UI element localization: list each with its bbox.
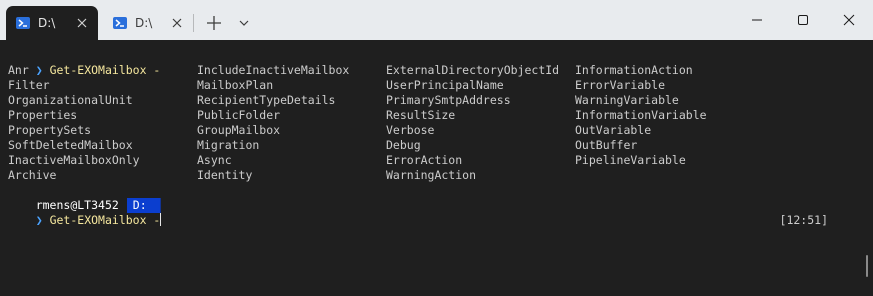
tab-inactive[interactable]: D:\ <box>103 6 193 40</box>
completion-item: Properties <box>8 108 78 122</box>
completion-item: ExternalDirectoryObjectId <box>386 63 560 77</box>
tab-label: D:\ <box>135 16 153 30</box>
completion-item: Migration <box>197 138 260 152</box>
completion-item: Archive <box>8 168 57 182</box>
completion-row: Archive Identity WarningAction <box>8 168 868 183</box>
completion-item: GroupMailbox <box>197 123 281 137</box>
prompt-line-2[interactable]: ❯ Get-EXOMailbox - <box>8 198 162 227</box>
completion-item: Debug <box>386 138 421 152</box>
tab-active[interactable]: D:\ <box>6 6 98 40</box>
completion-item: UserPrincipalName <box>386 78 504 92</box>
completion-item: ResultSize <box>386 108 456 122</box>
completion-item: PipelineVariable <box>575 153 686 167</box>
completion-item: MailboxPlan <box>197 78 274 92</box>
minimize-button[interactable] <box>734 0 780 40</box>
powershell-icon <box>113 17 127 29</box>
completion-item: WarningAction <box>386 168 477 182</box>
close-icon[interactable] <box>169 15 185 31</box>
title-bar: D:\ D:\ <box>0 0 873 40</box>
completion-item: ErrorVariable <box>575 78 666 92</box>
maximize-button[interactable] <box>780 0 826 40</box>
tab-separator <box>193 14 194 32</box>
close-icon[interactable] <box>74 15 90 31</box>
completion-row: SoftDeletedMailbox Migration Debug OutBu… <box>8 138 868 153</box>
completion-item: WarningVariable <box>575 93 679 107</box>
completion-item: InformationAction <box>575 63 693 77</box>
maximize-icon <box>798 15 808 25</box>
command-input[interactable]: Get-EXOMailbox - <box>50 213 161 227</box>
completion-row: PropertySets GroupMailbox Verbose OutVar… <box>8 123 868 138</box>
window-close-button[interactable] <box>826 0 872 40</box>
powershell-icon <box>16 17 30 29</box>
completion-row: Anr IncludeInactiveMailbox ExternalDirec… <box>8 63 868 78</box>
completion-item: OrganizationalUnit <box>8 93 133 107</box>
completion-item: Verbose <box>386 123 435 137</box>
status-line: rmens@LT3452 D: [12:51] <box>8 183 868 227</box>
completion-item: IncludeInactiveMailbox <box>197 63 350 77</box>
tab-label: D:\ <box>38 16 56 30</box>
prompt-chevron: ❯ <box>35 213 43 227</box>
prompt-line-1: ❯ Get-EXOMailbox - <box>8 48 161 77</box>
completion-item: Anr <box>8 63 29 77</box>
completion-item: Identity <box>197 168 253 182</box>
clock: [12:51] <box>779 213 828 227</box>
completion-item: PublicFolder <box>197 108 281 122</box>
completion-row: InactiveMailboxOnly Async ErrorAction Pi… <box>8 153 868 168</box>
completion-item: ErrorAction <box>386 153 463 167</box>
text-cursor <box>160 213 162 226</box>
completion-item: Async <box>197 153 232 167</box>
window-close-icon <box>843 14 855 26</box>
completion-item: InactiveMailboxOnly <box>8 153 140 167</box>
chevron-down-icon[interactable] <box>236 14 252 32</box>
plus-icon[interactable] <box>203 12 225 34</box>
completion-row: OrganizationalUnit RecipientTypeDetails … <box>8 93 868 108</box>
scrollbar-thumb[interactable] <box>866 255 868 277</box>
completion-item: PropertySets <box>8 123 92 137</box>
completion-item: PrimarySmtpAddress <box>386 93 511 107</box>
completion-item: OutVariable <box>575 123 652 137</box>
completion-item: OutBuffer <box>575 138 638 152</box>
minimize-icon <box>752 19 762 21</box>
completion-item: InformationVariable <box>575 108 707 122</box>
completion-item: RecipientTypeDetails <box>197 93 336 107</box>
completion-row: Filter MailboxPlan UserPrincipalName Err… <box>8 78 868 93</box>
completion-row: Properties PublicFolder ResultSize Infor… <box>8 108 868 123</box>
terminal-pane[interactable]: ❯ Get-EXOMailbox - Anr IncludeInactiveMa… <box>0 40 873 296</box>
completion-item: Filter <box>8 78 50 92</box>
completion-item: SoftDeletedMailbox <box>8 138 133 152</box>
completion-list: Anr IncludeInactiveMailbox ExternalDirec… <box>8 63 868 183</box>
